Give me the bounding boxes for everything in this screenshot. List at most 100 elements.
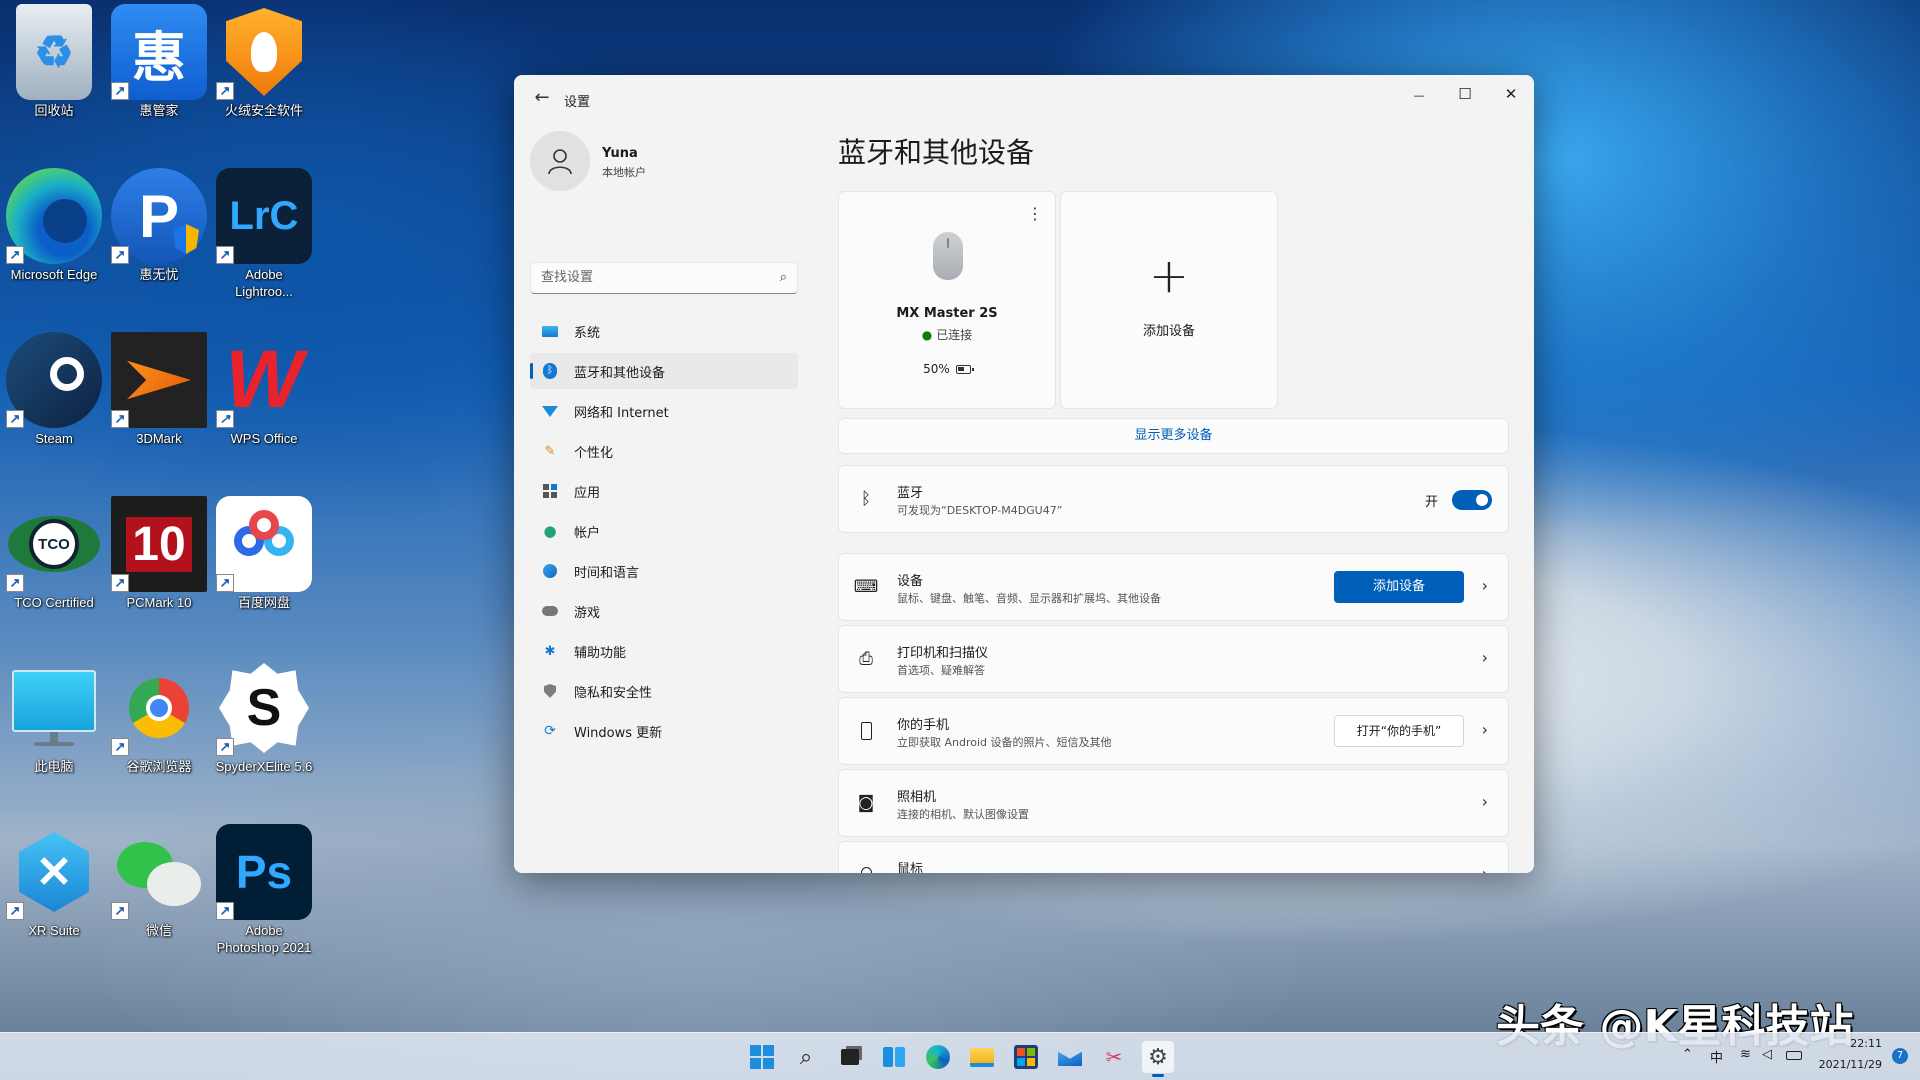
show-more-devices-link[interactable]: 显示更多设备 [838, 418, 1509, 454]
3dmark-icon: ↗ [111, 332, 207, 428]
camera-row[interactable]: ◙ 照相机 连接的相机、默认图像设置 › [838, 769, 1509, 837]
avatar[interactable] [530, 131, 590, 191]
input-method-indicator[interactable]: 中 [1710, 1047, 1723, 1066]
sidebar-item-system[interactable]: 系统 [530, 313, 798, 349]
desktop-icon-hui-wuyou[interactable]: P ↗ 惠无忧 [107, 168, 211, 318]
open-your-phone-button[interactable]: 打开“你的手机” [1334, 715, 1464, 747]
desktop-icon-xr-suite[interactable]: ✕ ↗ XR Suite [2, 824, 106, 974]
sidebar-item-network[interactable]: 网络和 Internet [530, 393, 798, 429]
device-card-mx-master[interactable]: ⋮ MX Master 2S ● 已连接 50% [838, 191, 1056, 409]
desktop-icon-huorong[interactable]: ↗ 火绒安全软件 [212, 4, 316, 154]
shortcut-arrow-icon: ↗ [216, 410, 234, 428]
settings-window: ← 设置 — ☐ ✕ Yuna 本地帐户 查找设置 ⌕ 系统 ᛒ 蓝牙和其他设备… [514, 75, 1534, 873]
desktop-icon-label: WPS Office [230, 431, 298, 446]
sidebar-item-privacy[interactable]: 隐私和安全性 [530, 673, 798, 709]
desktop-icon-microsoft-edge[interactable]: ↗ Microsoft Edge [2, 168, 106, 318]
desktop-icon-spyderx[interactable]: S ↗ SpyderXElite 5.6 [212, 660, 316, 810]
desktop-icon-pcmark-10[interactable]: 10 ↗ PCMark 10 [107, 496, 211, 646]
task-view-button[interactable] [834, 1041, 866, 1073]
start-button[interactable] [746, 1041, 778, 1073]
add-device-button[interactable]: 添加设备 [1334, 571, 1464, 603]
taskbar-mail-button[interactable] [1054, 1041, 1086, 1073]
desktop-icon-steam[interactable]: ↗ Steam [2, 332, 106, 482]
add-device-card[interactable]: + 添加设备 [1060, 191, 1278, 409]
row-subtitle: 可发现为“DESKTOP-M4DGU47” [897, 504, 1063, 517]
desktop-icon-baidu-netdisk[interactable]: ↗ 百度网盘 [212, 496, 316, 646]
taskbar-edge-button[interactable] [922, 1041, 954, 1073]
pcmark-10-icon: 10 ↗ [111, 496, 207, 592]
taskbar-file-explorer-button[interactable] [966, 1041, 998, 1073]
device-name: MX Master 2S [896, 306, 998, 321]
devices-row[interactable]: ⌨ 设备 鼠标、键盘、触笔、音频、显示器和扩展坞、其他设备 添加设备 › [838, 553, 1509, 621]
desktop-icon-3dmark[interactable]: ↗ 3DMark [107, 332, 211, 482]
search-input[interactable]: 查找设置 ⌕ [530, 262, 798, 294]
desktop-icon-tco-certified[interactable]: TCO ↗ TCO Certified [2, 496, 106, 646]
wifi-icon[interactable]: ≋ [1740, 1047, 1751, 1062]
row-title: 你的手机 [897, 718, 950, 733]
taskbar-store-button[interactable] [1010, 1041, 1042, 1073]
mouse-row[interactable]: 鼠标 › [838, 841, 1509, 873]
more-options-icon[interactable]: ⋮ [1027, 204, 1043, 223]
nav-list: 系统 ᛒ 蓝牙和其他设备 网络和 Internet ✎ 个性化 应用 ● 帐户 [530, 313, 798, 753]
tco-certified-icon: TCO ↗ [6, 496, 102, 592]
notification-badge[interactable]: 7 [1892, 1048, 1908, 1064]
shortcut-arrow-icon: ↗ [216, 574, 234, 592]
brush-icon: ✎ [544, 443, 556, 459]
window-title: 设置 [564, 95, 591, 110]
maximize-button[interactable]: ☐ [1442, 79, 1488, 111]
row-title: 照相机 [897, 790, 937, 805]
desktop-icon-hui-guanjia[interactable]: 惠 ↗ 惠管家 [107, 4, 211, 154]
desktop-icon-wps-office[interactable]: W ↗ WPS Office [212, 332, 316, 482]
desktop-icon-google-chrome[interactable]: ↗ 谷歌浏览器 [107, 660, 211, 810]
desktop-icon-wechat[interactable]: ↗ 微信 [107, 824, 211, 974]
sidebar-item-gaming[interactable]: 游戏 [530, 593, 798, 629]
your-phone-row[interactable]: 你的手机 立即获取 Android 设备的照片、短信及其他 打开“你的手机” › [838, 697, 1509, 765]
minimize-button[interactable]: — [1396, 79, 1442, 111]
shortcut-arrow-icon: ↗ [216, 738, 234, 756]
back-button[interactable]: ← [528, 85, 556, 113]
sidebar-item-accounts[interactable]: ● 帐户 [530, 513, 798, 549]
taskbar-search-button[interactable]: ⌕ [790, 1041, 822, 1073]
search-icon: ⌕ [779, 270, 787, 285]
sidebar-item-apps[interactable]: 应用 [530, 473, 798, 509]
shortcut-arrow-icon: ↗ [6, 246, 24, 264]
sidebar-item-bluetooth[interactable]: ᛒ 蓝牙和其他设备 [530, 353, 798, 389]
close-button[interactable]: ✕ [1488, 79, 1534, 111]
desktop-icon-lightroom[interactable]: LrC ↗ Adobe Lightroo... [212, 168, 316, 318]
camera-icon: ◙ [857, 793, 875, 813]
widgets-button[interactable] [878, 1041, 910, 1073]
desktop-icon-recycle-bin[interactable]: ♻ 回收站 [2, 4, 106, 154]
sidebar-item-accessibility[interactable]: ✱ 辅助功能 [530, 633, 798, 669]
shortcut-arrow-icon: ↗ [111, 246, 129, 264]
desktop-icon-label: 此电脑 [34, 759, 74, 774]
sidebar-item-personalization[interactable]: ✎ 个性化 [530, 433, 798, 469]
sidebar-item-time-language[interactable]: 时间和语言 [530, 553, 798, 589]
sidebar-item-label: 系统 [574, 325, 601, 341]
battery-percent: 50% [923, 362, 950, 376]
steam-icon: ↗ [6, 332, 102, 428]
desktop-icon-this-pc[interactable]: 此电脑 [2, 660, 106, 810]
sidebar: Yuna 本地帐户 查找设置 ⌕ 系统 ᛒ 蓝牙和其他设备 网络和 Intern… [514, 121, 814, 873]
bluetooth-toggle[interactable] [1452, 490, 1492, 510]
shortcut-arrow-icon: ↗ [111, 410, 129, 428]
widgets-icon [883, 1047, 905, 1067]
row-title: 打印机和扫描仪 [897, 646, 989, 661]
sidebar-item-windows-update[interactable]: ⟳ Windows 更新 [530, 713, 798, 749]
user-name: Yuna [602, 146, 638, 161]
wps-office-icon: W ↗ [216, 332, 312, 428]
shortcut-arrow-icon: ↗ [216, 246, 234, 264]
desktop-icon-photoshop[interactable]: Ps ↗ Adobe Photoshop 2021 [212, 824, 316, 974]
clock-time[interactable]: 22:11 [1850, 1037, 1882, 1050]
battery-icon[interactable] [1786, 1049, 1802, 1064]
clock-date[interactable]: 2021/11/29 [1819, 1058, 1882, 1071]
desktop-icon-label: 3DMark [136, 431, 182, 446]
desktop-icon-label: TCO Certified [14, 595, 94, 610]
shortcut-arrow-icon: ↗ [6, 574, 24, 592]
desktop-icon-label: Adobe Photoshop 2021 [216, 923, 312, 955]
taskbar-snipping-tool-button[interactable]: ✂ [1098, 1041, 1130, 1073]
apps-icon [542, 483, 558, 499]
printers-row[interactable]: ⎙ 打印机和扫描仪 首选项、疑难解答 › [838, 625, 1509, 693]
volume-icon[interactable]: ◁ [1762, 1047, 1772, 1062]
show-hidden-icons-icon[interactable]: ⌃ [1682, 1047, 1693, 1062]
taskbar-settings-button[interactable]: ⚙ [1142, 1041, 1174, 1077]
